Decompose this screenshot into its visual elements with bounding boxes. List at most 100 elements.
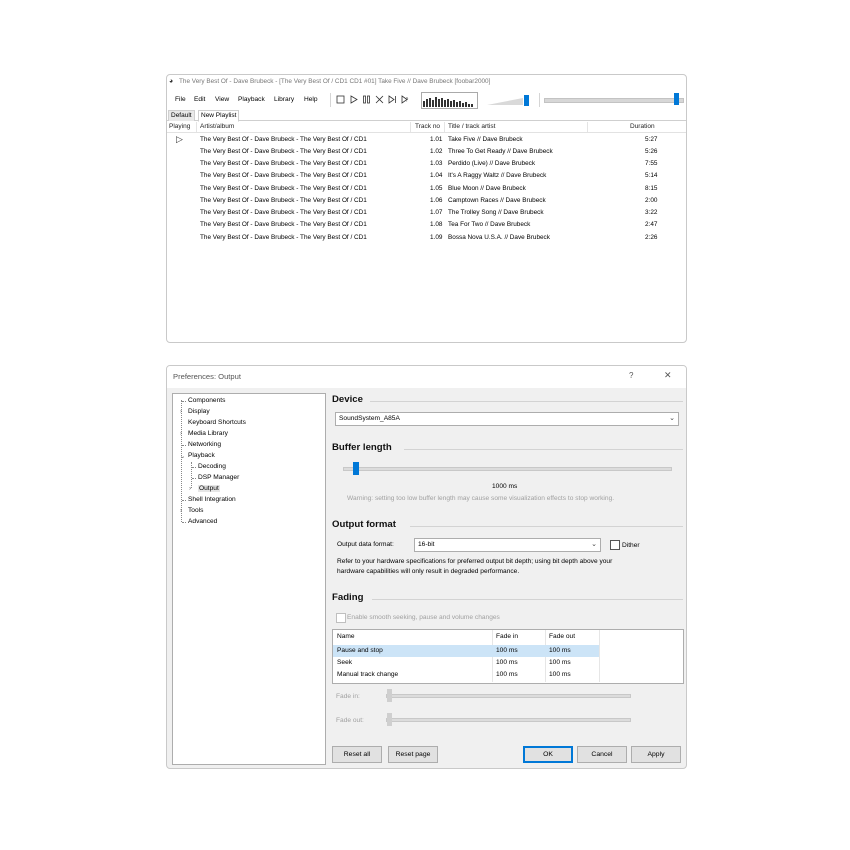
table-row[interactable]: The Very Best Of - Dave Brubeck - The Ve…: [167, 219, 686, 231]
list-item[interactable]: Manual track change 100 ms 100 ms: [333, 669, 599, 681]
tree-item-keyboard-shortcuts[interactable]: Keyboard Shortcuts: [188, 419, 246, 426]
table-row[interactable]: The Very Best Of - Dave Brubeck - The Ve…: [167, 170, 686, 182]
seek-bar[interactable]: [544, 98, 684, 103]
cell-name: Pause and stop: [337, 647, 383, 654]
menu-file[interactable]: File: [175, 96, 186, 103]
fade-in-thumb[interactable]: [387, 689, 392, 702]
tree-item-advanced[interactable]: Advanced: [188, 518, 217, 525]
pause-icon[interactable]: [362, 95, 371, 104]
tree-connector: [182, 401, 186, 402]
col-artist-album[interactable]: Artist/album: [200, 123, 234, 130]
col-playing[interactable]: Playing: [169, 123, 190, 130]
tree-item-networking[interactable]: Networking: [188, 441, 221, 448]
tree-item-playback[interactable]: ⌄ Playback: [180, 452, 215, 460]
tab-default[interactable]: Default: [168, 110, 195, 121]
dither-checkbox[interactable]: [610, 540, 620, 550]
expand-chevron-icon[interactable]: ›: [189, 485, 191, 492]
menu-view[interactable]: View: [215, 96, 229, 103]
smooth-fading-checkbox[interactable]: [336, 613, 346, 623]
dither-label: Dither: [622, 542, 640, 549]
ok-button[interactable]: OK: [523, 746, 573, 763]
device-select[interactable]: SoundSystem_A85A ⌄: [335, 412, 679, 426]
column-divider: [444, 122, 445, 132]
reset-page-button[interactable]: Reset page: [388, 746, 438, 763]
section-buffer-heading: Buffer length: [332, 442, 392, 453]
cell-track-no: 1.05: [430, 185, 443, 192]
apply-button[interactable]: Apply: [631, 746, 681, 763]
table-row[interactable]: ▷ The Very Best Of - Dave Brubeck - The …: [167, 134, 686, 146]
table-row[interactable]: The Very Best Of - Dave Brubeck - The Ve…: [167, 158, 686, 170]
expand-chevron-icon[interactable]: ›: [180, 430, 182, 437]
help-button[interactable]: ?: [629, 371, 633, 380]
volume-slider[interactable]: [485, 93, 533, 107]
col-duration[interactable]: Duration: [630, 123, 655, 130]
output-data-format-select[interactable]: 16-bit ⌄: [414, 538, 601, 552]
chevron-down-icon: ⌄: [591, 541, 597, 548]
tree-connector: [182, 445, 186, 446]
random-icon[interactable]: ?: [401, 95, 410, 104]
previous-icon[interactable]: [375, 95, 384, 104]
col-fade-out[interactable]: Fade out: [549, 633, 575, 640]
tab-new-playlist[interactable]: New Playlist: [198, 110, 240, 122]
fade-out-slider[interactable]: [386, 718, 631, 722]
cancel-button[interactable]: Cancel: [577, 746, 627, 763]
tree-item-components[interactable]: Components: [188, 397, 225, 404]
menu-edit[interactable]: Edit: [194, 96, 205, 103]
column-divider: [410, 122, 411, 132]
cell-title: The Trolley Song // Dave Brubeck: [448, 209, 544, 216]
tree-item-decoding[interactable]: Decoding: [198, 463, 226, 470]
next-icon[interactable]: [388, 95, 397, 104]
list-item[interactable]: Seek 100 ms 100 ms: [333, 657, 599, 669]
expand-chevron-icon[interactable]: ›: [180, 507, 182, 514]
col-name[interactable]: Name: [337, 633, 355, 640]
cell-fade-out: 100 ms: [549, 647, 571, 654]
tree-item-tools[interactable]: › Tools: [180, 507, 203, 514]
tree-connector: [192, 467, 196, 468]
cell-title: Camptown Races // Dave Brubeck: [448, 197, 546, 204]
tree-item-media-library[interactable]: › Media Library: [180, 430, 228, 437]
col-fade-in[interactable]: Fade in: [496, 633, 518, 640]
table-row[interactable]: The Very Best Of - Dave Brubeck - The Ve…: [167, 183, 686, 195]
playlist-tabs: Default New Playlist: [167, 109, 686, 122]
reset-all-button[interactable]: Reset all: [332, 746, 382, 763]
tree-item-dsp-manager[interactable]: DSP Manager: [198, 474, 239, 481]
cell-duration: 5:14: [645, 172, 658, 179]
buffer-length-slider[interactable]: [343, 467, 672, 471]
section-output-format-heading: Output format: [332, 519, 396, 530]
fade-out-thumb[interactable]: [387, 713, 392, 726]
output-format-note-line1: Refer to your hardware specifications fo…: [337, 558, 613, 565]
cell-artist-album: The Very Best Of - Dave Brubeck - The Ve…: [200, 172, 367, 179]
table-row[interactable]: The Very Best Of - Dave Brubeck - The Ve…: [167, 146, 686, 158]
tree-connector: [182, 522, 186, 523]
list-item[interactable]: Pause and stop 100 ms 100 ms: [333, 645, 599, 657]
play-icon[interactable]: [349, 95, 358, 104]
cell-track-no: 1.06: [430, 197, 443, 204]
col-title-artist[interactable]: Title / track artist: [448, 123, 495, 130]
cell-artist-album: The Very Best Of - Dave Brubeck - The Ve…: [200, 136, 367, 143]
table-row[interactable]: The Very Best Of - Dave Brubeck - The Ve…: [167, 195, 686, 207]
fade-in-slider[interactable]: [386, 694, 631, 698]
cell-duration: 2:47: [645, 221, 658, 228]
collapse-chevron-icon[interactable]: ⌄: [180, 452, 185, 460]
stop-icon[interactable]: [336, 95, 345, 104]
menu-help[interactable]: Help: [304, 96, 318, 103]
column-divider: [587, 122, 588, 132]
col-track-no[interactable]: Track no: [415, 123, 440, 130]
menu-library[interactable]: Library: [274, 96, 294, 103]
window-title: The Very Best Of - Dave Brubeck - [The V…: [179, 78, 491, 85]
column-divider: [196, 122, 197, 132]
tree-item-shell-integration[interactable]: Shell Integration: [188, 496, 236, 503]
tree-item-output[interactable]: › Output: [189, 485, 220, 492]
tree-item-display[interactable]: › Display: [180, 408, 210, 415]
playlist-header: Playing Artist/album Track no Title / tr…: [167, 122, 686, 133]
cell-title: Perdido (Live) // Dave Brubeck: [448, 160, 536, 167]
close-button[interactable]: ✕: [664, 370, 672, 381]
expand-chevron-icon[interactable]: ›: [180, 408, 182, 415]
table-row[interactable]: The Very Best Of - Dave Brubeck - The Ve…: [167, 207, 686, 219]
title-bar: ◕ The Very Best Of - Dave Brubeck - [The…: [167, 75, 686, 89]
table-row[interactable]: The Very Best Of - Dave Brubeck - The Ve…: [167, 232, 686, 244]
menu-playback[interactable]: Playback: [238, 96, 265, 103]
buffer-length-thumb[interactable]: [353, 462, 359, 475]
seek-thumb[interactable]: [674, 93, 679, 105]
cell-track-no: 1.01: [430, 136, 443, 143]
